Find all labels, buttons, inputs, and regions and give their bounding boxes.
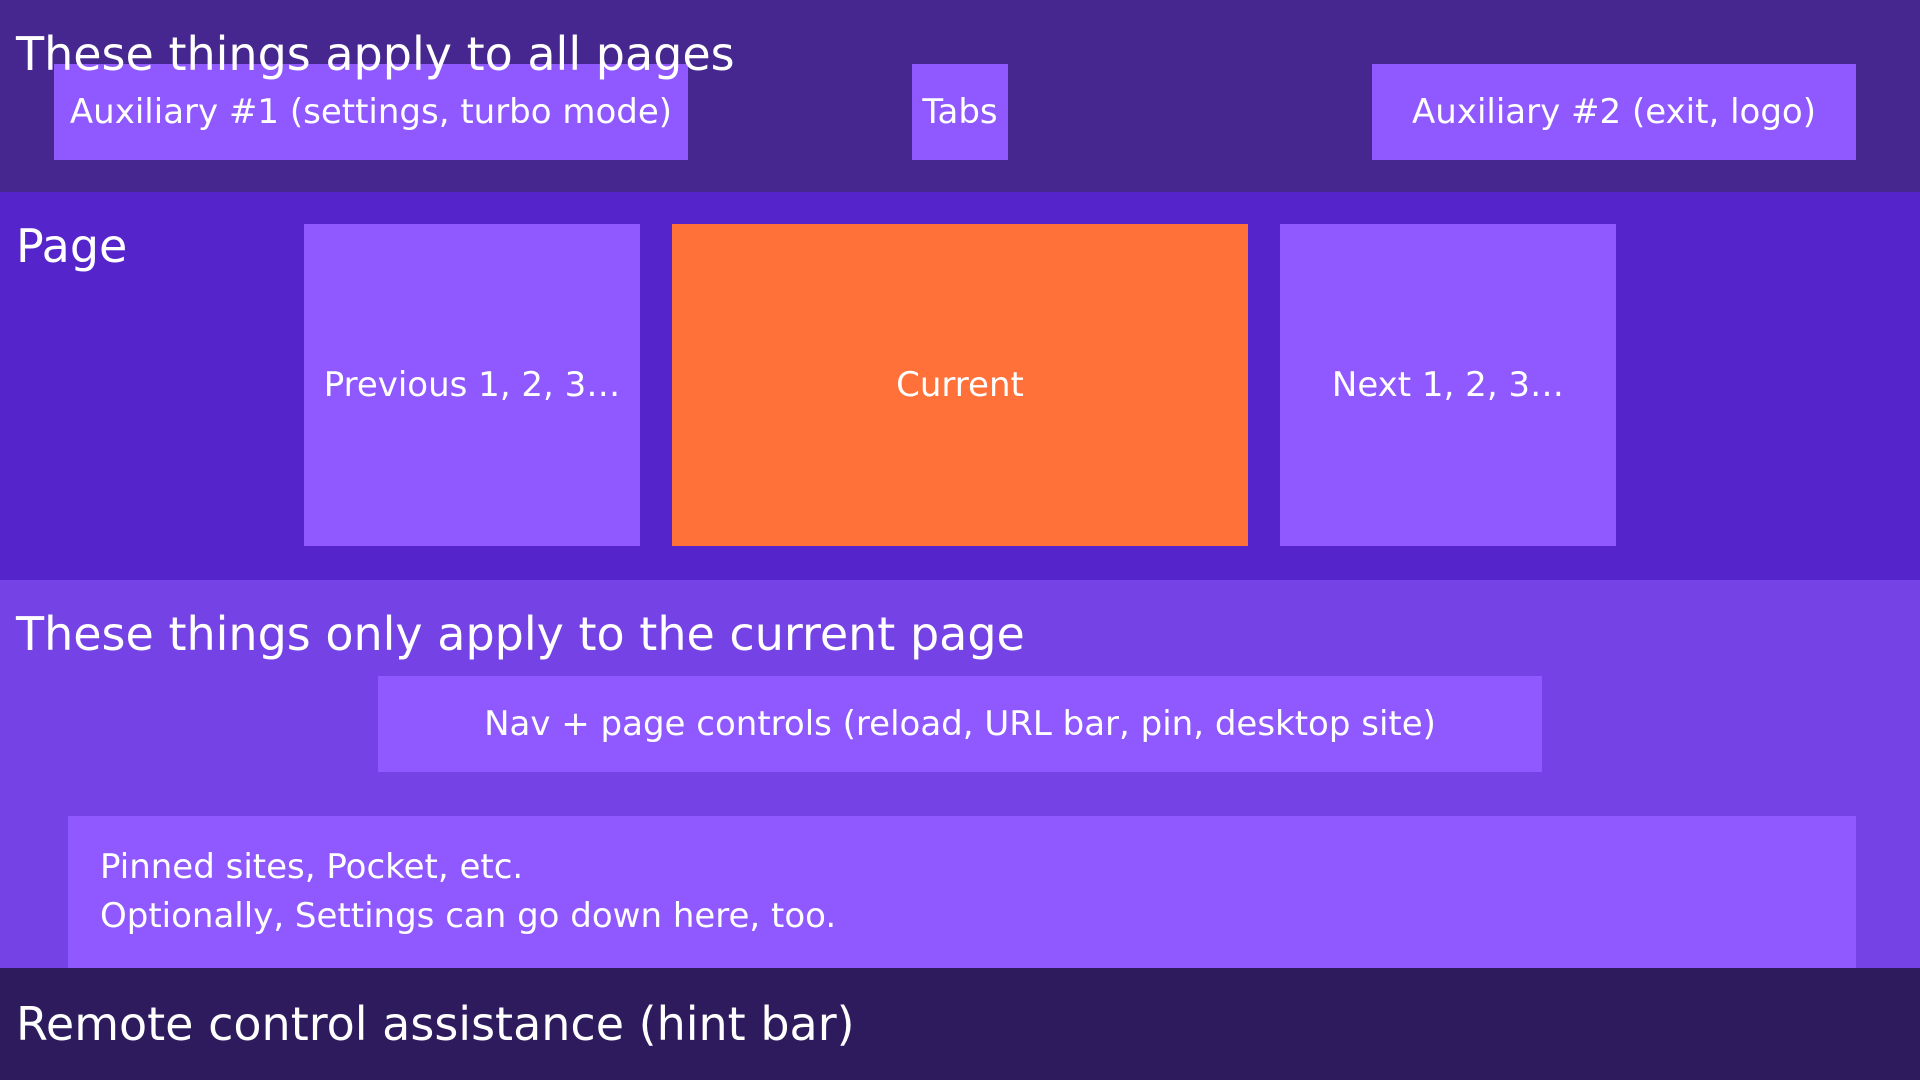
nav-controls-box: Nav + page controls (reload, URL bar, pi… (378, 676, 1542, 772)
all-pages-section: Auxiliary #1 (settings, turbo mode) Tabs… (0, 0, 1920, 192)
pinned-sites-line: Pinned sites, Pocket, etc. (100, 847, 524, 887)
pinned-sites-box: Pinned sites, Pocket, etc. Optionally, S… (68, 816, 1856, 968)
all-pages-heading: These things apply to all pages (16, 27, 735, 81)
next-pages-label: Next 1, 2, 3… (1331, 365, 1565, 405)
current-page-heading: These things only apply to the current p… (16, 607, 1025, 661)
current-page-box: Current (672, 224, 1248, 546)
nav-controls-label: Nav + page controls (reload, URL bar, pi… (484, 704, 1436, 744)
next-pages-box: Next 1, 2, 3… (1280, 224, 1616, 546)
hint-bar-heading: Remote control assistance (hint bar) (16, 997, 855, 1051)
current-page-section: These things only apply to the current p… (0, 580, 1920, 968)
tabs-box: Tabs (912, 64, 1008, 160)
previous-pages-label: Previous 1, 2, 3… (323, 365, 621, 405)
auxiliary-2-label: Auxiliary #2 (exit, logo) (1412, 92, 1816, 132)
hint-bar-section: Remote control assistance (hint bar) (0, 968, 1920, 1080)
auxiliary-2-box: Auxiliary #2 (exit, logo) (1372, 64, 1856, 160)
page-section: Page Previous 1, 2, 3… Current Next 1, 2… (0, 192, 1920, 580)
tabs-label: Tabs (922, 92, 998, 132)
current-page-label: Current (896, 365, 1024, 405)
settings-note-line: Optionally, Settings can go down here, t… (100, 896, 837, 936)
page-heading: Page (16, 219, 128, 273)
previous-pages-box: Previous 1, 2, 3… (304, 224, 640, 546)
auxiliary-1-label: Auxiliary #1 (settings, turbo mode) (69, 92, 673, 132)
